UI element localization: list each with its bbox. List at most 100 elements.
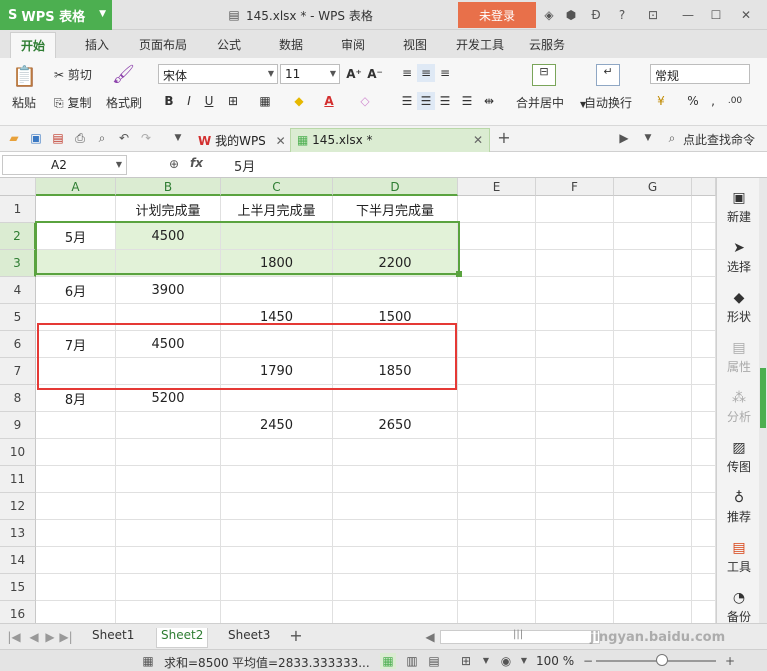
panel-new[interactable]: ▣ 新建 [717, 190, 761, 225]
freeze-pane-icon[interactable]: ⊞ [458, 653, 474, 669]
italic-icon[interactable]: I [180, 92, 198, 110]
table-cell[interactable] [221, 439, 333, 466]
table-cell[interactable] [36, 466, 116, 493]
minimize-icon[interactable]: — [680, 7, 696, 23]
merge-center-button[interactable]: 合并居中 [516, 94, 564, 111]
row-header[interactable]: 2 [0, 223, 36, 250]
feedback-icon[interactable]: Ð [588, 7, 604, 23]
zoom-in-icon[interactable]: + [722, 653, 738, 669]
scroll-thumb[interactable] [760, 368, 766, 428]
table-cell[interactable] [333, 385, 458, 412]
tab-home[interactable]: 开始 [10, 32, 57, 58]
col-header-h[interactable] [692, 178, 716, 196]
close-icon[interactable]: ✕ [276, 134, 286, 148]
table-cell[interactable] [458, 358, 536, 385]
table-cell[interactable] [221, 223, 333, 250]
table-cell[interactable] [458, 439, 536, 466]
table-cell[interactable] [536, 466, 614, 493]
login-button[interactable]: 未登录 [458, 2, 536, 28]
comma-icon[interactable]: , [704, 92, 722, 110]
first-sheet-icon[interactable]: |◀ [6, 629, 22, 645]
increase-font-icon[interactable]: A⁺ [345, 65, 363, 83]
table-cell[interactable]: 1450 [221, 304, 333, 331]
table-cell[interactable]: 1500 [333, 304, 458, 331]
search-icon[interactable]: ⌕ [664, 130, 680, 146]
table-cell[interactable] [692, 574, 716, 601]
row-header[interactable]: 16 [0, 601, 36, 623]
copy-button[interactable]: ⎘ 复制 [54, 94, 91, 111]
last-sheet-icon[interactable]: ▶| [58, 629, 74, 645]
table-cell[interactable] [458, 196, 536, 223]
brush-icon[interactable]: 🖌 [112, 64, 135, 85]
table-cell[interactable]: 1800 [221, 250, 333, 277]
col-header-b[interactable]: B [116, 178, 221, 196]
panel-upload-image[interactable]: ▨ 传图 [717, 440, 761, 475]
panel-recommend[interactable]: ♁ 推荐 [717, 490, 761, 525]
table-cell[interactable] [116, 412, 221, 439]
zoom-slider[interactable] [596, 654, 716, 666]
table-cell[interactable] [536, 574, 614, 601]
table-cell[interactable] [692, 304, 716, 331]
table-cell[interactable] [36, 412, 116, 439]
save-icon[interactable]: ▣ [28, 130, 44, 146]
table-cell[interactable] [692, 277, 716, 304]
merge-center-icon[interactable]: ⊟ [532, 64, 556, 86]
page-layout-view-icon[interactable]: ▥ [404, 653, 420, 669]
table-cell[interactable] [692, 196, 716, 223]
zoom-out-icon[interactable]: − [580, 653, 596, 669]
wrap-text-icon[interactable]: ↵ [596, 64, 620, 86]
table-cell[interactable] [536, 439, 614, 466]
col-header-a[interactable]: A [36, 178, 116, 196]
table-cell[interactable] [536, 277, 614, 304]
table-cell[interactable] [221, 547, 333, 574]
table-cell[interactable] [692, 331, 716, 358]
table-cell[interactable] [458, 331, 536, 358]
table-cell[interactable] [333, 223, 458, 250]
table-cell[interactable]: 7月 [36, 331, 116, 358]
table-cell[interactable]: 上半月完成量 [221, 196, 333, 223]
table-cell[interactable] [116, 493, 221, 520]
help-icon[interactable]: ? [614, 7, 630, 23]
table-cell[interactable] [116, 250, 221, 277]
table-cell[interactable] [458, 277, 536, 304]
table-cell[interactable] [692, 358, 716, 385]
table-cell[interactable] [614, 385, 692, 412]
table-cell[interactable] [36, 574, 116, 601]
table-cell[interactable]: 2450 [221, 412, 333, 439]
table-cell[interactable] [614, 439, 692, 466]
table-cell[interactable] [692, 493, 716, 520]
table-cell[interactable] [614, 250, 692, 277]
panel-select[interactable]: ➤ 选择 [717, 240, 761, 275]
font-color-icon[interactable]: A [320, 92, 338, 110]
table-cell[interactable] [221, 493, 333, 520]
col-header-g[interactable]: G [614, 178, 692, 196]
table-cell[interactable]: 下半月完成量 [333, 196, 458, 223]
table-cell[interactable]: 4500 [116, 223, 221, 250]
zoom-slider-thumb[interactable] [656, 654, 668, 666]
table-cell[interactable] [692, 385, 716, 412]
table-cell[interactable] [692, 547, 716, 574]
scroll-left-icon[interactable]: ◀ [422, 629, 438, 645]
table-cell[interactable] [221, 385, 333, 412]
panel-shape[interactable]: ◆ 形状 [717, 290, 761, 325]
table-cell[interactable] [221, 277, 333, 304]
clear-format-icon[interactable]: ◇ [356, 92, 374, 110]
table-cell[interactable] [221, 574, 333, 601]
table-cell[interactable]: 计划完成量 [116, 196, 221, 223]
table-cell[interactable] [614, 196, 692, 223]
table-cell[interactable] [458, 574, 536, 601]
table-cell[interactable] [333, 277, 458, 304]
table-cell[interactable] [221, 520, 333, 547]
table-cell[interactable]: 8月 [36, 385, 116, 412]
close-icon[interactable]: ✕ [473, 133, 483, 147]
tab-insert[interactable]: 插入 [85, 36, 109, 53]
table-cell[interactable] [116, 439, 221, 466]
table-cell[interactable] [36, 520, 116, 547]
table-cell[interactable] [536, 493, 614, 520]
col-header-f[interactable]: F [536, 178, 614, 196]
table-cell[interactable] [614, 331, 692, 358]
sheet-tab-2[interactable]: Sheet2 [156, 628, 209, 648]
align-middle-icon[interactable]: ≡ [417, 64, 435, 82]
table-cell[interactable] [692, 412, 716, 439]
table-cell[interactable] [221, 601, 333, 623]
